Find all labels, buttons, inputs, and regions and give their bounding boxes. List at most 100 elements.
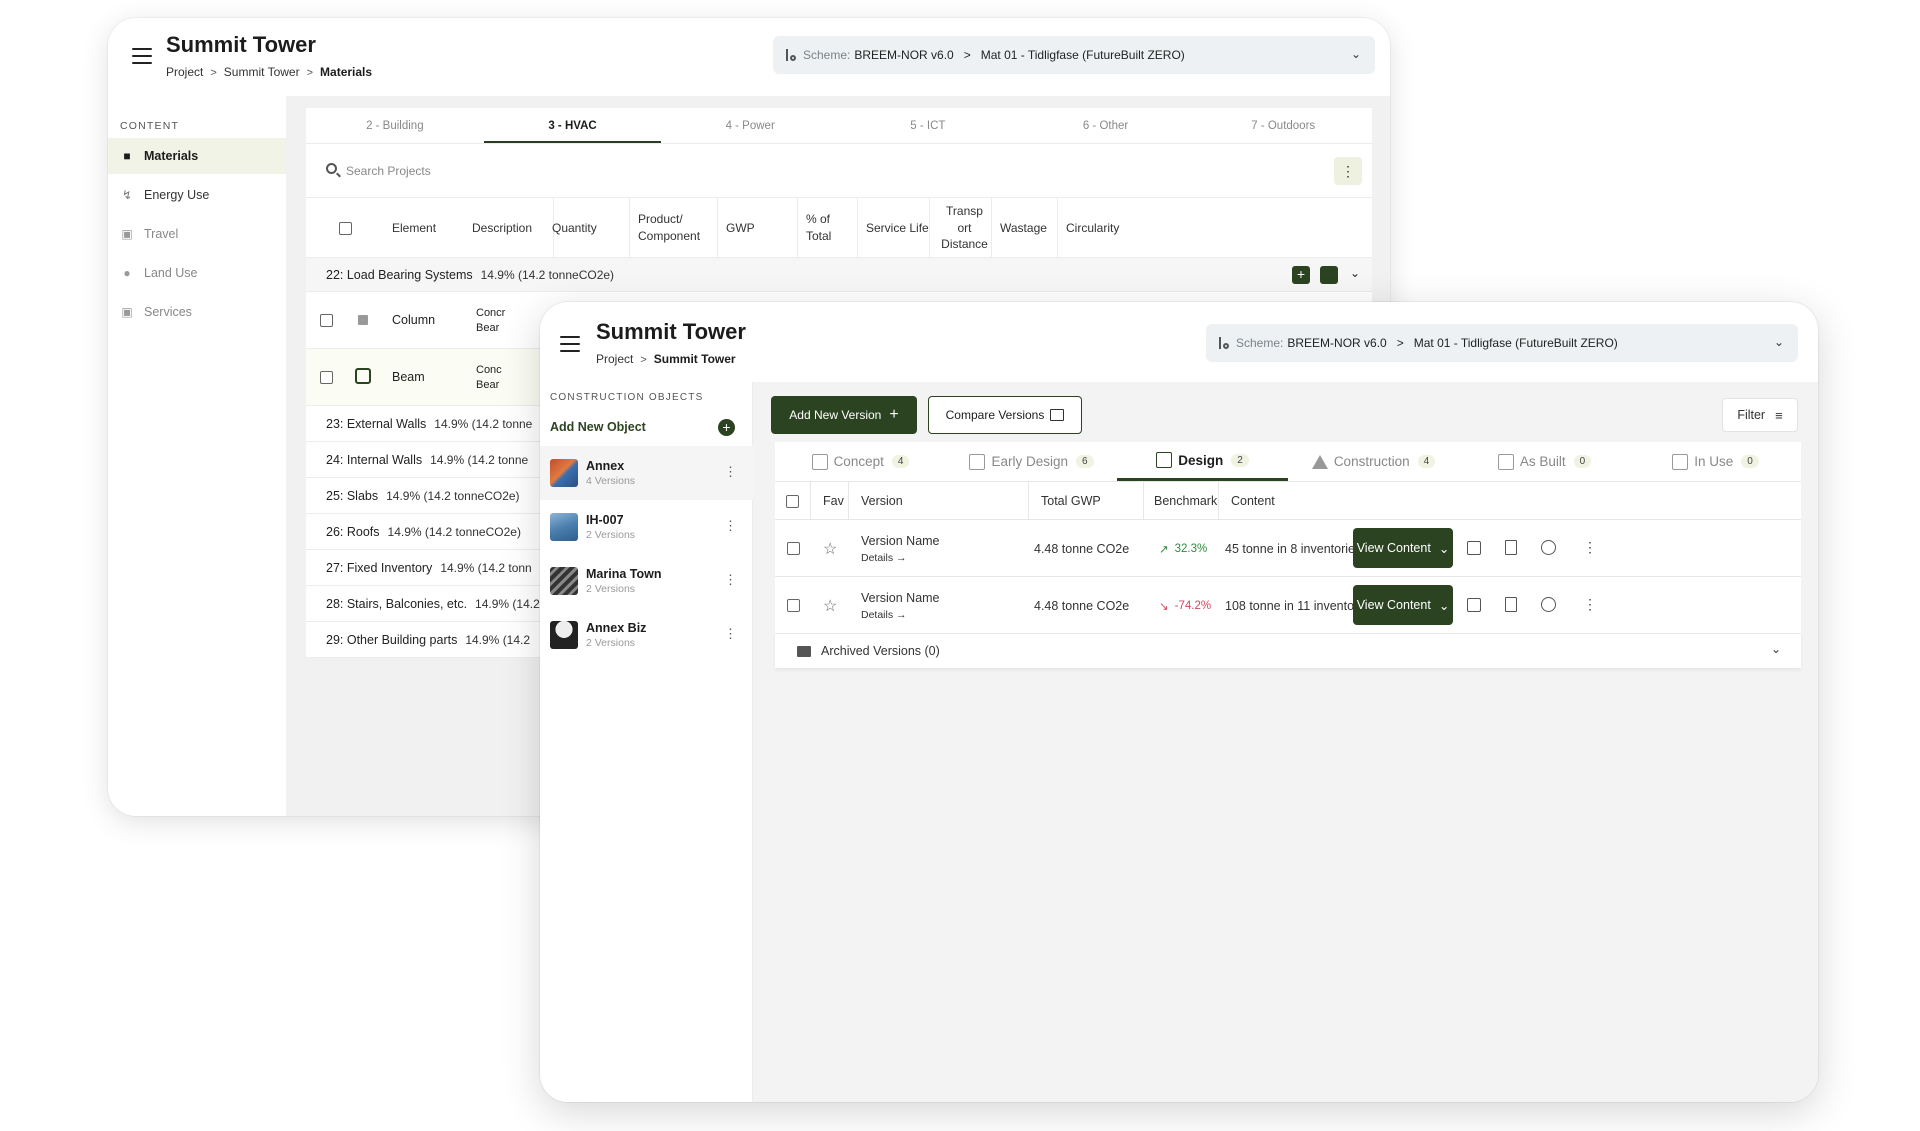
column-content[interactable]: Content (1219, 482, 1801, 520)
chart-icon[interactable] (1541, 540, 1556, 555)
view-content-button[interactable]: View Content ⌄ (1353, 585, 1453, 625)
tree-icon: ● (123, 266, 131, 280)
archived-versions-row[interactable]: Archived Versions (0) ⌄ (775, 634, 1801, 668)
row-checkbox[interactable] (787, 599, 800, 612)
row-checkbox[interactable] (320, 371, 333, 384)
hamburger-menu-icon[interactable] (132, 48, 152, 64)
more-options-icon[interactable]: ⋮ (724, 518, 737, 534)
element-name: Column (392, 313, 436, 327)
group-name: 25: Slabs (326, 488, 379, 503)
tab-as-built[interactable]: As Built 0 (1459, 442, 1630, 481)
view-content-button[interactable]: View Content ⌄ (1353, 528, 1453, 568)
object-item-marina-town[interactable]: Marina Town 2 Versions ⋮ (540, 554, 753, 608)
add-layer-icon[interactable] (355, 368, 371, 384)
object-item-annex-biz[interactable]: Annex Biz 2 Versions ⋮ (540, 608, 753, 662)
chart-icon[interactable] (1541, 597, 1556, 612)
sidebar-item-travel[interactable]: ▣ Travel (108, 216, 286, 252)
group-name: 23: External Walls (326, 416, 427, 431)
details-link[interactable]: Details → (861, 552, 907, 564)
chevron-down-icon: ⌄ (1438, 541, 1450, 556)
tab-outdoors[interactable]: 7 - Outdoors (1194, 108, 1372, 143)
group-pct: 14.9% (14.2 tonn (440, 560, 532, 575)
row-checkbox[interactable] (787, 542, 800, 555)
tab-label: Early Design (991, 454, 1068, 469)
column-pct-total[interactable]: % of Total (798, 198, 858, 258)
details-link[interactable]: Details → (861, 609, 907, 621)
tab-power[interactable]: 4 - Power (661, 108, 839, 143)
breadcrumb-project[interactable]: Project (166, 65, 203, 79)
group-pct: 14.9% (14.2 tonne (434, 416, 533, 431)
row-checkbox[interactable] (320, 314, 333, 327)
column-total-gwp[interactable]: Total GWP (1029, 482, 1144, 520)
tab-early-design[interactable]: Early Design 6 (946, 442, 1117, 481)
column-service-life[interactable]: Service Life (858, 198, 930, 258)
add-new-version-button[interactable]: Add New Version + (771, 396, 917, 434)
column-description[interactable]: Description (464, 198, 554, 258)
object-item-annex[interactable]: Annex 4 Versions ⋮ (540, 446, 753, 500)
tab-count: 0 (1573, 455, 1592, 468)
column-quantity[interactable]: Quantity (544, 198, 630, 258)
chevron-down-icon: ⌄ (1773, 335, 1784, 349)
version-row[interactable]: ☆ Version Name Details → 4.48 tonne CO2e… (775, 577, 1801, 634)
sidebar-item-land-use[interactable]: ● Land Use (108, 255, 286, 291)
star-icon[interactable]: ☆ (823, 596, 837, 616)
column-wastage[interactable]: Wastage (992, 198, 1058, 258)
document-icon[interactable] (1505, 540, 1517, 555)
column-benchmark[interactable]: Benchmark (1144, 482, 1219, 520)
scheme-name: BREEM-NOR v6.0 (854, 48, 954, 62)
more-options-icon[interactable]: ⋮ (1334, 157, 1362, 185)
compare-versions-button[interactable]: Compare Versions (928, 396, 1082, 434)
table-icon[interactable] (1467, 598, 1481, 612)
add-element-icon[interactable]: + (1292, 266, 1310, 284)
column-gwp[interactable]: GWP (718, 198, 798, 258)
tab-ict[interactable]: 5 - ICT (839, 108, 1017, 143)
tab-construction[interactable]: Construction 4 (1288, 442, 1459, 481)
search-input[interactable]: Search Projects (346, 164, 431, 178)
select-all-checkbox[interactable] (338, 221, 352, 235)
table-icon[interactable] (1467, 541, 1481, 555)
hamburger-menu-icon[interactable] (560, 336, 580, 352)
scheme-selector[interactable]: Scheme: BREEM-NOR v6.0 > Mat 01 - Tidlig… (773, 36, 1375, 74)
tab-in-use[interactable]: In Use 0 (1630, 442, 1801, 481)
column-fav[interactable]: Fav (811, 482, 849, 520)
column-product-component[interactable]: Product/ Component (630, 198, 718, 258)
breadcrumb-project[interactable]: Project (596, 352, 633, 366)
version-row[interactable]: ☆ Version Name Details → 4.48 tonne CO2e… (775, 520, 1801, 577)
chevron-down-icon[interactable]: ⌄ (1350, 266, 1360, 280)
more-options-icon[interactable]: ⋮ (1583, 539, 1597, 556)
chevron-down-icon[interactable]: ⌄ (1771, 642, 1781, 656)
more-options-icon[interactable]: ⋮ (724, 464, 737, 480)
add-object-icon[interactable]: + (718, 419, 735, 436)
tab-hvac[interactable]: 3 - HVAC (483, 108, 662, 143)
column-version[interactable]: Version (849, 482, 1029, 520)
breadcrumb-summit-tower[interactable]: Summit Tower (224, 65, 300, 79)
column-circularity[interactable]: Circularity (1058, 198, 1178, 258)
filter-icon: ≡ (1775, 407, 1783, 423)
tab-other[interactable]: 6 - Other (1017, 108, 1195, 143)
group-name: 24: Internal Walls (326, 452, 423, 467)
column-transport-distance[interactable]: Transp ort Distance (930, 198, 992, 258)
breadcrumb-summit-tower: Summit Tower (653, 352, 736, 366)
more-options-icon[interactable]: ⋮ (724, 626, 737, 642)
add-new-object-link[interactable]: Add New Object (550, 420, 646, 434)
sidebar-item-services[interactable]: ▣ Services (108, 294, 286, 330)
more-options-icon[interactable]: ⋮ (1583, 596, 1597, 613)
group-name: 22: Load Bearing Systems (326, 267, 473, 282)
column-element[interactable]: Element (384, 198, 464, 258)
object-thumbnail (550, 513, 578, 541)
filter-button[interactable]: Filter ≡ (1722, 398, 1798, 432)
scheme-selector[interactable]: Scheme: BREEM-NOR v6.0 > Mat 01 - Tidlig… (1206, 324, 1798, 362)
sidebar-item-materials[interactable]: ■ Materials (108, 138, 286, 174)
document-icon[interactable] (1505, 597, 1517, 612)
sidebar-item-energy-use[interactable]: ↯ Energy Use (108, 177, 286, 213)
page-title: Summit Tower (596, 319, 746, 344)
tab-concept[interactable]: Concept 4 (775, 442, 946, 481)
tab-building[interactable]: 2 - Building (306, 108, 484, 143)
star-icon[interactable]: ☆ (823, 539, 837, 559)
add-layer-icon[interactable] (1320, 266, 1338, 284)
group-row-load-bearing[interactable]: 22: Load Bearing Systems 14.9% (14.2 ton… (306, 258, 1372, 292)
tab-design[interactable]: Design 2 (1117, 442, 1288, 481)
select-all-checkbox[interactable] (786, 494, 799, 508)
object-item-ih-007[interactable]: IH-007 2 Versions ⋮ (540, 500, 753, 554)
more-options-icon[interactable]: ⋮ (724, 572, 737, 588)
